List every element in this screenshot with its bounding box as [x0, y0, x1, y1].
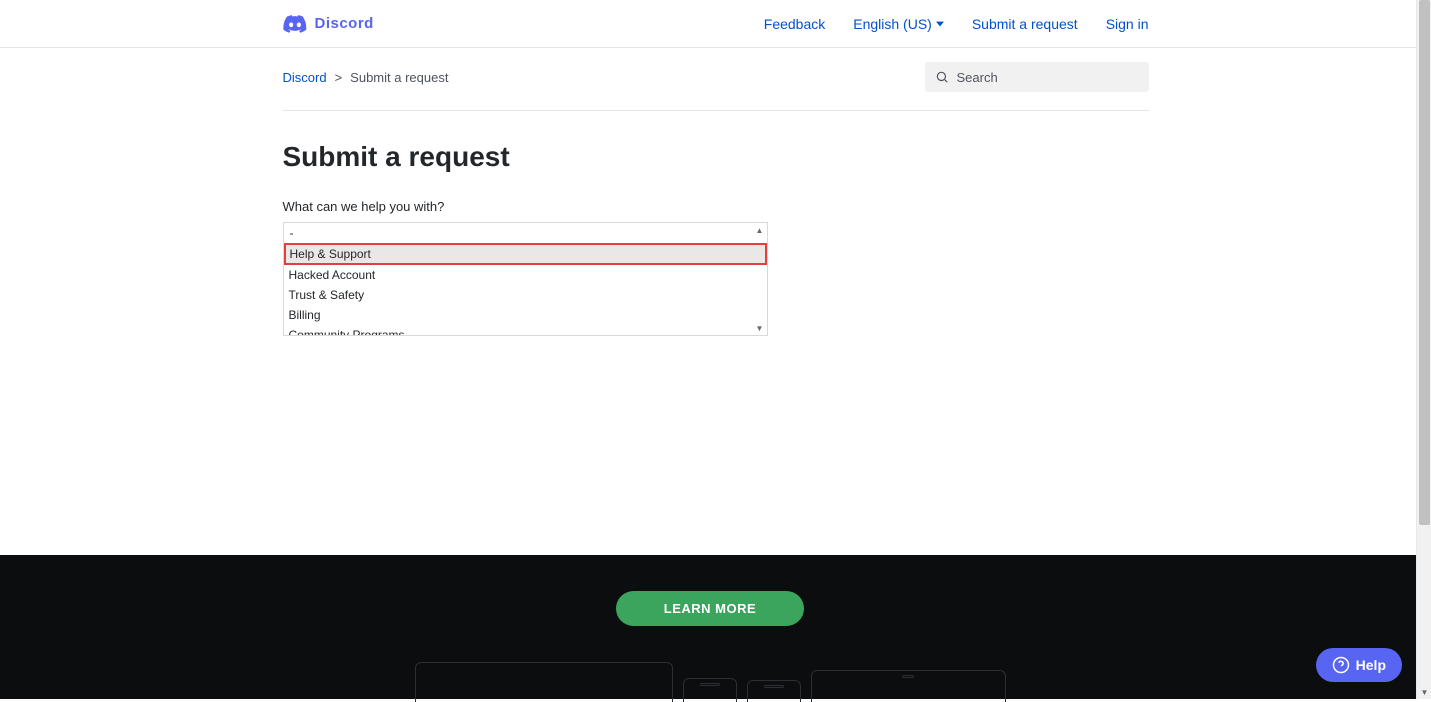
logo-text: Discord: [315, 15, 374, 32]
breadcrumb-root[interactable]: Discord: [283, 70, 327, 85]
scrollbar-down-icon[interactable]: ▼: [1417, 685, 1431, 699]
devices-illustration: [415, 662, 1006, 702]
device-tablet: [811, 670, 1006, 702]
phone-notch: [700, 683, 720, 686]
dropdown-option-billing[interactable]: Billing: [284, 305, 767, 325]
dropdown-option-hacked[interactable]: Hacked Account: [284, 265, 767, 285]
search-box[interactable]: [925, 62, 1149, 92]
breadcrumb-current: Submit a request: [350, 70, 448, 85]
search-icon: [935, 70, 949, 84]
nav-feedback[interactable]: Feedback: [764, 16, 825, 32]
chevron-down-icon: [936, 20, 944, 28]
page-scrollbar[interactable]: ▼: [1416, 0, 1431, 699]
dropdown-option-help-support[interactable]: Help & Support: [284, 243, 767, 265]
device-laptop: [415, 662, 673, 702]
help-dropdown-label: What can we help you with?: [283, 199, 1149, 214]
header-inner: Discord Feedback English (US) Submit a r…: [283, 15, 1149, 33]
dropdown-list[interactable]: Help & Support Hacked Account Trust & Sa…: [284, 243, 767, 335]
content-top-row: Discord > Submit a request: [283, 62, 1149, 111]
discord-logo[interactable]: Discord: [283, 15, 374, 33]
help-widget[interactable]: Help: [1316, 648, 1402, 682]
tablet-camera: [902, 675, 914, 678]
dropdown-selected-value: -: [290, 226, 294, 240]
nav-language-selector[interactable]: English (US): [853, 16, 944, 32]
phone-notch: [764, 685, 784, 688]
header: Discord Feedback English (US) Submit a r…: [0, 0, 1431, 48]
nav-submit-request[interactable]: Submit a request: [972, 16, 1078, 32]
discord-logo-icon: [283, 15, 307, 33]
dropdown-scroll-down-icon[interactable]: ▼: [755, 323, 765, 333]
dropdown-selected[interactable]: -: [284, 223, 767, 243]
nav-language-label: English (US): [853, 16, 932, 32]
footer-section: LEARN MORE: [0, 555, 1420, 699]
breadcrumb: Discord > Submit a request: [283, 70, 449, 85]
nav-links: Feedback English (US) Submit a request S…: [764, 16, 1149, 32]
help-question-icon: [1332, 656, 1350, 674]
device-phone-a: [683, 678, 737, 702]
main-content: Discord > Submit a request Submit a requ…: [283, 48, 1149, 336]
help-widget-label: Help: [1356, 657, 1386, 673]
nav-signin[interactable]: Sign in: [1106, 16, 1149, 32]
scrollbar-thumb[interactable]: [1419, 0, 1430, 525]
dropdown-option-trust-safety[interactable]: Trust & Safety: [284, 285, 767, 305]
dropdown-option-community[interactable]: Community Programs: [284, 325, 767, 335]
help-dropdown[interactable]: - ▲ Help & Support Hacked Account Trust …: [283, 222, 768, 336]
breadcrumb-separator: >: [335, 70, 343, 85]
search-input[interactable]: [957, 70, 1139, 85]
page-title: Submit a request: [283, 141, 1149, 173]
dropdown-scroll-up-icon[interactable]: ▲: [755, 225, 765, 235]
learn-more-button[interactable]: LEARN MORE: [616, 591, 804, 626]
